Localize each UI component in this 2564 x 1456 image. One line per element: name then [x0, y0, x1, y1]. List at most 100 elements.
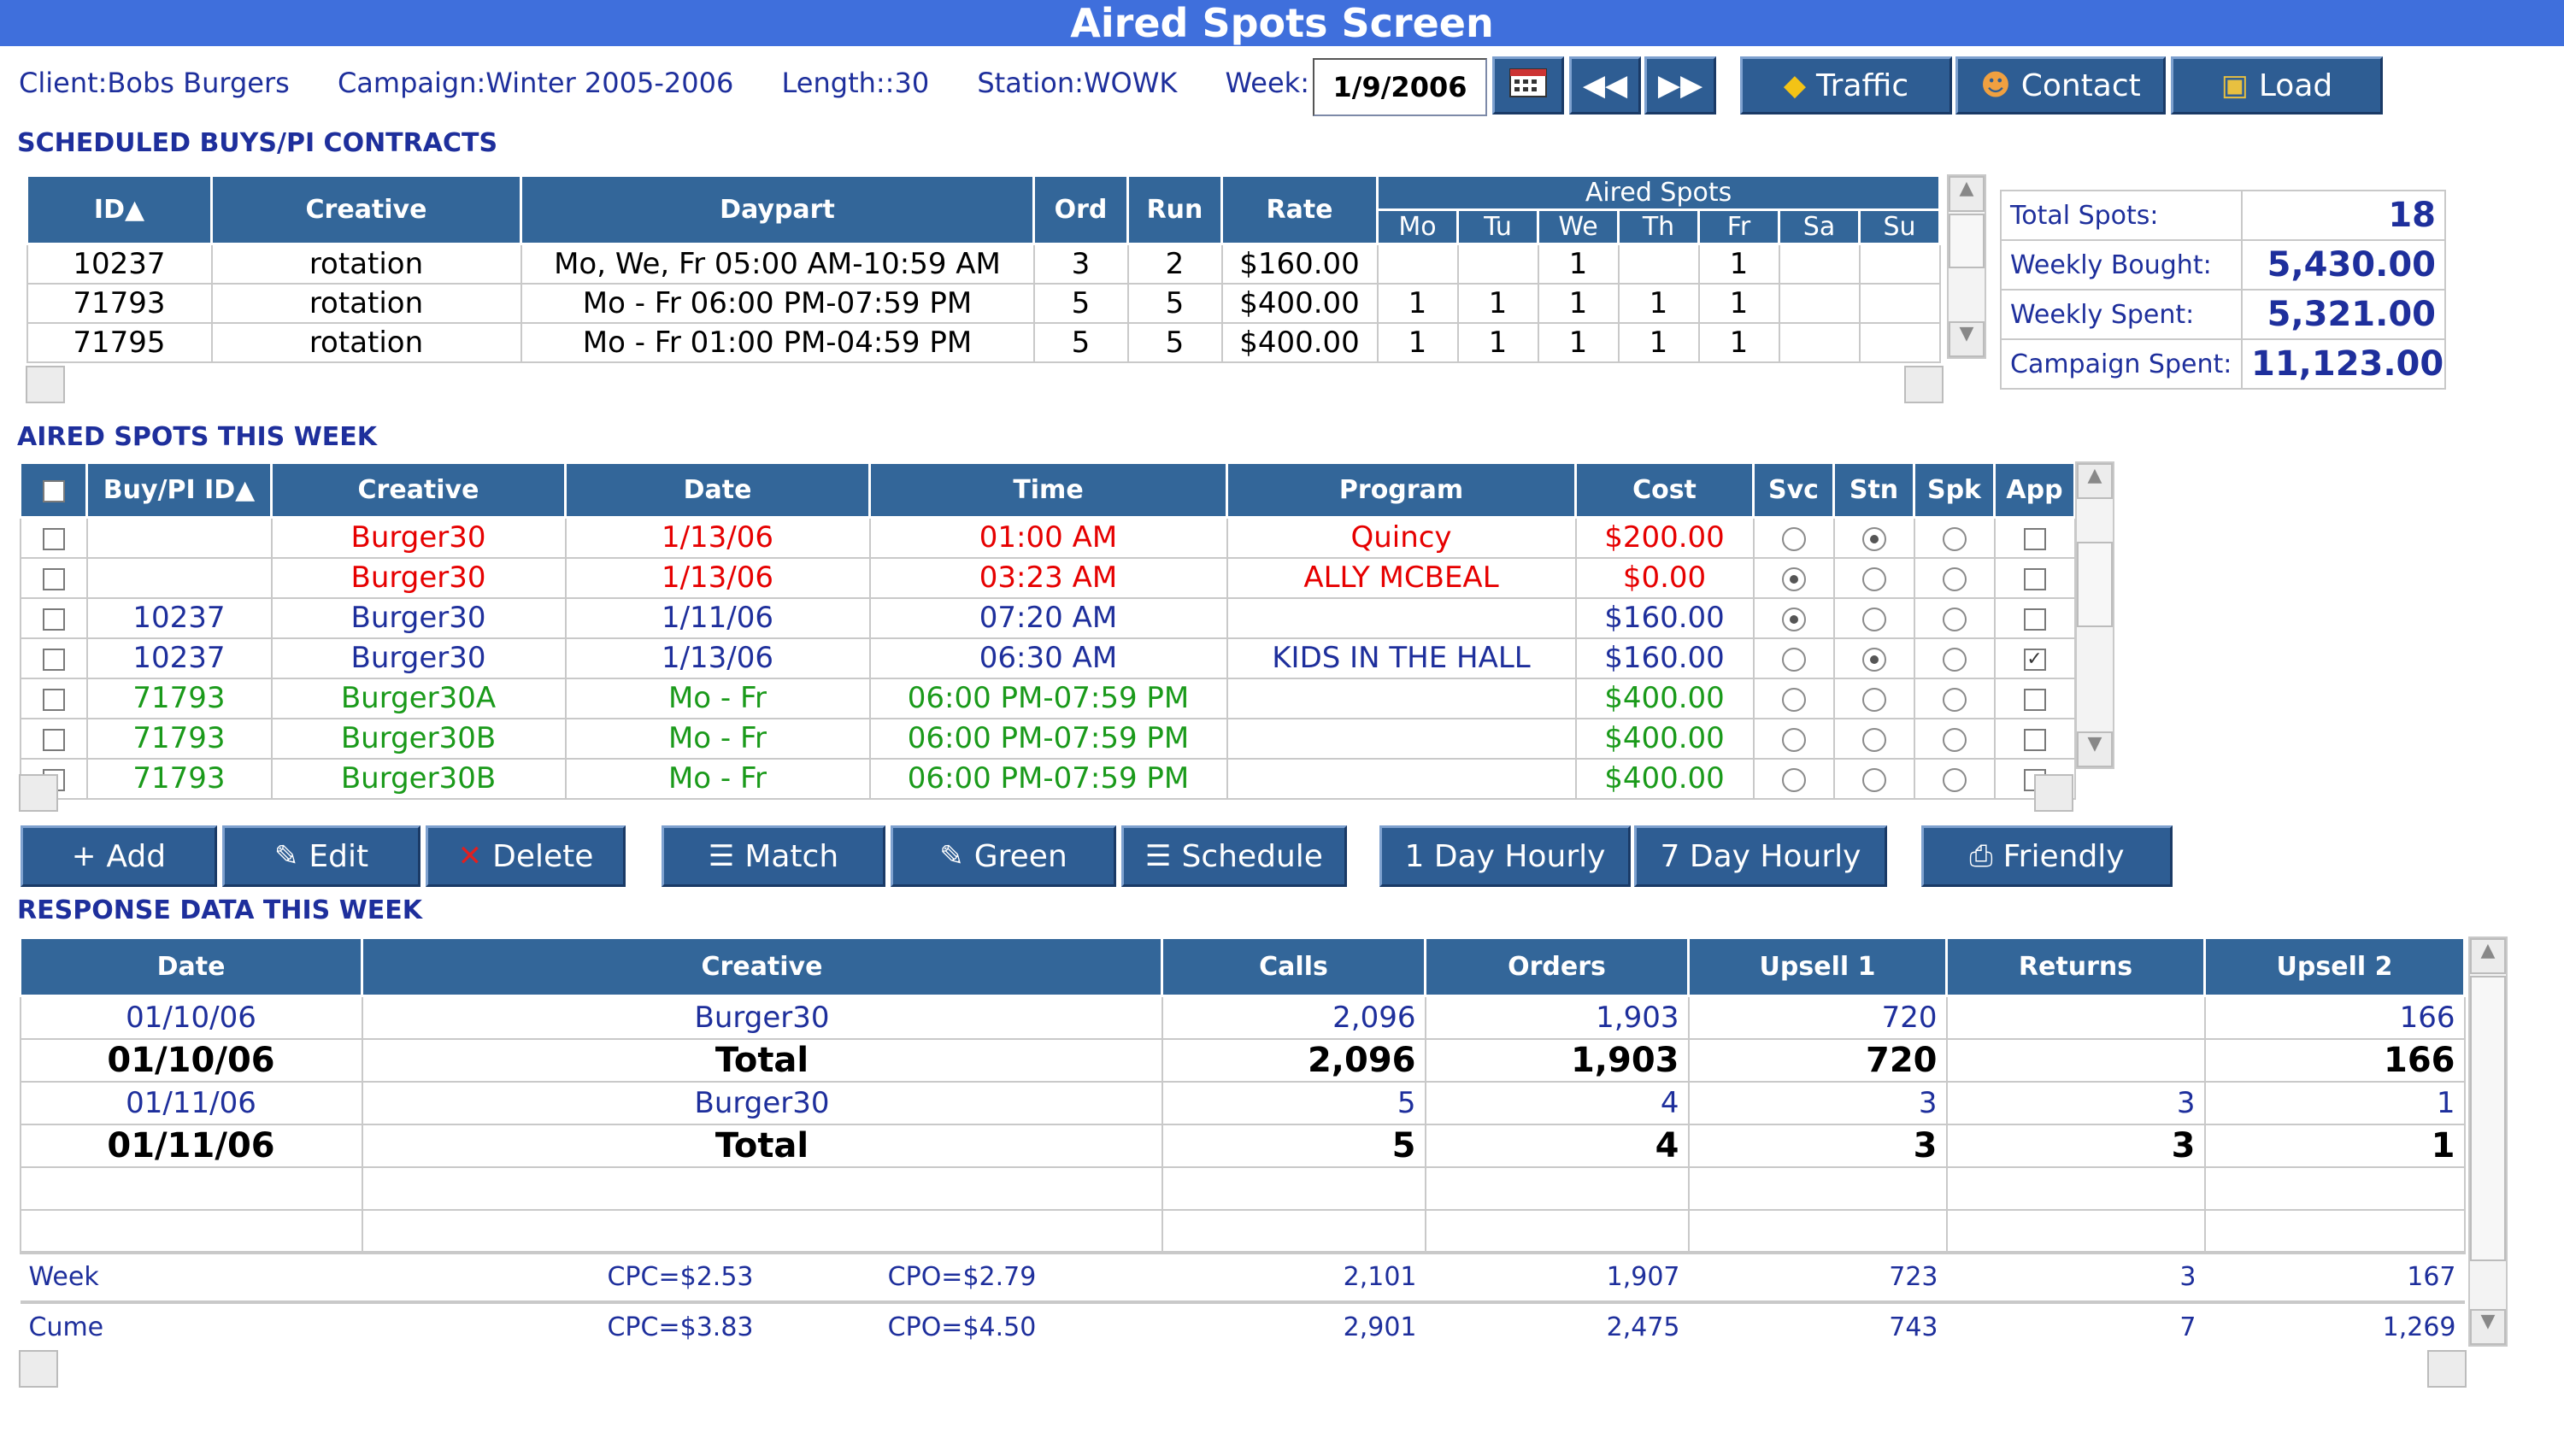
svc-radio[interactable] [1781, 647, 1806, 672]
stn-radio[interactable] [1861, 687, 1886, 712]
svc-radio[interactable] [1781, 607, 1806, 631]
traffic-button[interactable]: ◆ Traffic [1740, 56, 1952, 114]
svc-radio[interactable] [1781, 687, 1806, 712]
approve-checkbox[interactable] [2023, 688, 2046, 711]
stn-radio[interactable] [1861, 767, 1886, 792]
scroll-up-icon[interactable]: ▲ [1949, 176, 1985, 212]
cell-svc[interactable] [1752, 516, 1835, 559]
cell-stn[interactable] [1832, 516, 1915, 559]
approve-checkbox[interactable] [2023, 728, 2046, 751]
col-run-header[interactable]: Run [1126, 174, 1223, 245]
scroll-up-icon[interactable]: ▲ [2470, 938, 2506, 974]
scroll-thumb[interactable] [2077, 542, 2113, 627]
cell-app[interactable]: ✓ [1993, 637, 2076, 679]
cell-spk[interactable] [1913, 677, 1996, 719]
col-orders-header[interactable]: Orders [1424, 936, 1690, 997]
col-creative-header[interactable]: Creative [361, 936, 1163, 997]
col-svc-header[interactable]: Svc [1752, 461, 1835, 519]
cell-app[interactable] [1993, 556, 2076, 599]
spk-radio[interactable] [1942, 526, 1967, 551]
schedule-button[interactable]: ☰ Schedule [1121, 825, 1347, 887]
scheduled-hscroll-handle[interactable] [26, 366, 65, 403]
col-ord-header[interactable]: Ord [1032, 174, 1129, 245]
scroll-down-icon[interactable]: ▼ [1949, 321, 1985, 357]
svc-radio[interactable] [1781, 767, 1806, 792]
aired-row[interactable]: Burger30 1/13/06 03:23 AM ALLY MCBEAL $0.00 [19, 556, 2076, 599]
week-input[interactable]: 1/9/2006 [1313, 58, 1487, 116]
cell-stn[interactable] [1832, 596, 1915, 639]
select-all-header[interactable] [19, 461, 88, 519]
aired-row[interactable]: 71793 Burger30B Mo - Fr 06:00 PM-07:59 PM $4… [19, 757, 2076, 800]
add-button[interactable]: + Add [21, 825, 217, 887]
svc-radio[interactable] [1781, 526, 1806, 551]
cell-app[interactable] [1993, 516, 2076, 559]
col-time-header[interactable]: Time [868, 461, 1228, 519]
spk-radio[interactable] [1942, 647, 1967, 672]
stn-radio[interactable] [1861, 607, 1886, 631]
col-date-header[interactable]: Date [19, 936, 363, 997]
stn-radio[interactable] [1861, 526, 1886, 551]
aired-resize-grip[interactable] [2034, 774, 2073, 812]
row-checkbox[interactable] [42, 648, 65, 671]
svc-radio[interactable] [1781, 727, 1806, 752]
contact-button[interactable]: ☻ Contact [1955, 56, 2166, 114]
approve-checkbox[interactable] [2023, 527, 2046, 550]
prev-week-button[interactable]: ◀◀ [1569, 56, 1641, 114]
cell-svc[interactable] [1752, 677, 1835, 719]
calendar-button[interactable] [1492, 56, 1564, 114]
col-rate-header[interactable]: Rate [1220, 174, 1379, 245]
scroll-up-icon[interactable]: ▲ [2077, 463, 2113, 499]
cell-svc[interactable] [1752, 637, 1835, 679]
spk-radio[interactable] [1942, 567, 1967, 591]
aired-row[interactable]: 71793 Burger30A Mo - Fr 06:00 PM-07:59 PM $4… [19, 677, 2076, 719]
row-select-cell[interactable] [19, 717, 88, 760]
cell-spk[interactable] [1913, 637, 1996, 679]
spk-radio[interactable] [1942, 727, 1967, 752]
aired-row[interactable]: 10237 Burger30 1/11/06 07:20 AM $160.00 [19, 596, 2076, 639]
one-day-hourly-button[interactable]: 1 Day Hourly [1379, 825, 1631, 887]
scheduled-row[interactable]: 10237 rotation Mo, We, Fr 05:00 AM-10:59 A… [26, 243, 1941, 285]
cell-stn[interactable] [1832, 717, 1915, 760]
cell-stn[interactable] [1832, 677, 1915, 719]
scroll-thumb[interactable] [1949, 214, 1985, 268]
cell-svc[interactable] [1752, 596, 1835, 639]
cell-spk[interactable] [1913, 556, 1996, 599]
cell-spk[interactable] [1913, 717, 1996, 760]
response-vscrollbar[interactable]: ▲ ▼ [2468, 936, 2508, 1347]
cell-svc[interactable] [1752, 757, 1835, 800]
col-calls-header[interactable]: Calls [1161, 936, 1426, 997]
delete-button[interactable]: ✕ Delete [426, 825, 626, 887]
col-upsell1-header[interactable]: Upsell 1 [1687, 936, 1948, 997]
svc-radio[interactable] [1781, 567, 1806, 591]
aired-hscroll-handle[interactable] [19, 774, 58, 812]
col-cost-header[interactable]: Cost [1574, 461, 1755, 519]
scheduled-resize-grip[interactable] [1904, 366, 1944, 403]
cell-app[interactable] [1993, 677, 2076, 719]
spk-radio[interactable] [1942, 767, 1967, 792]
col-upsell2-header[interactable]: Upsell 2 [2203, 936, 2466, 997]
aired-row[interactable]: 71793 Burger30B Mo - Fr 06:00 PM-07:59 PM $4… [19, 717, 2076, 760]
match-button[interactable]: ☰ Match [662, 825, 885, 887]
spk-radio[interactable] [1942, 687, 1967, 712]
row-checkbox[interactable] [42, 567, 65, 590]
row-checkbox[interactable] [42, 527, 65, 550]
col-stn-header[interactable]: Stn [1832, 461, 1915, 519]
cell-spk[interactable] [1913, 757, 1996, 800]
scheduled-vscrollbar[interactable]: ▲ ▼ [1947, 174, 1986, 359]
load-button[interactable]: ▣ Load [2171, 56, 2383, 114]
stn-radio[interactable] [1861, 647, 1886, 672]
stn-radio[interactable] [1861, 567, 1886, 591]
row-select-cell[interactable] [19, 516, 88, 559]
cell-stn[interactable] [1832, 556, 1915, 599]
scroll-down-icon[interactable]: ▼ [2077, 731, 2113, 767]
scroll-down-icon[interactable]: ▼ [2470, 1309, 2506, 1345]
cell-svc[interactable] [1752, 556, 1835, 599]
scheduled-row[interactable]: 71795 rotation Mo - Fr 01:00 PM-04:59 PM 5 5… [26, 321, 1941, 363]
row-select-cell[interactable] [19, 556, 88, 599]
row-select-cell[interactable] [19, 677, 88, 719]
row-checkbox[interactable] [42, 608, 65, 631]
row-checkbox[interactable] [42, 688, 65, 711]
approve-checkbox[interactable] [2023, 608, 2046, 631]
next-week-button[interactable]: ▶▶ [1644, 56, 1716, 114]
stn-radio[interactable] [1861, 727, 1886, 752]
